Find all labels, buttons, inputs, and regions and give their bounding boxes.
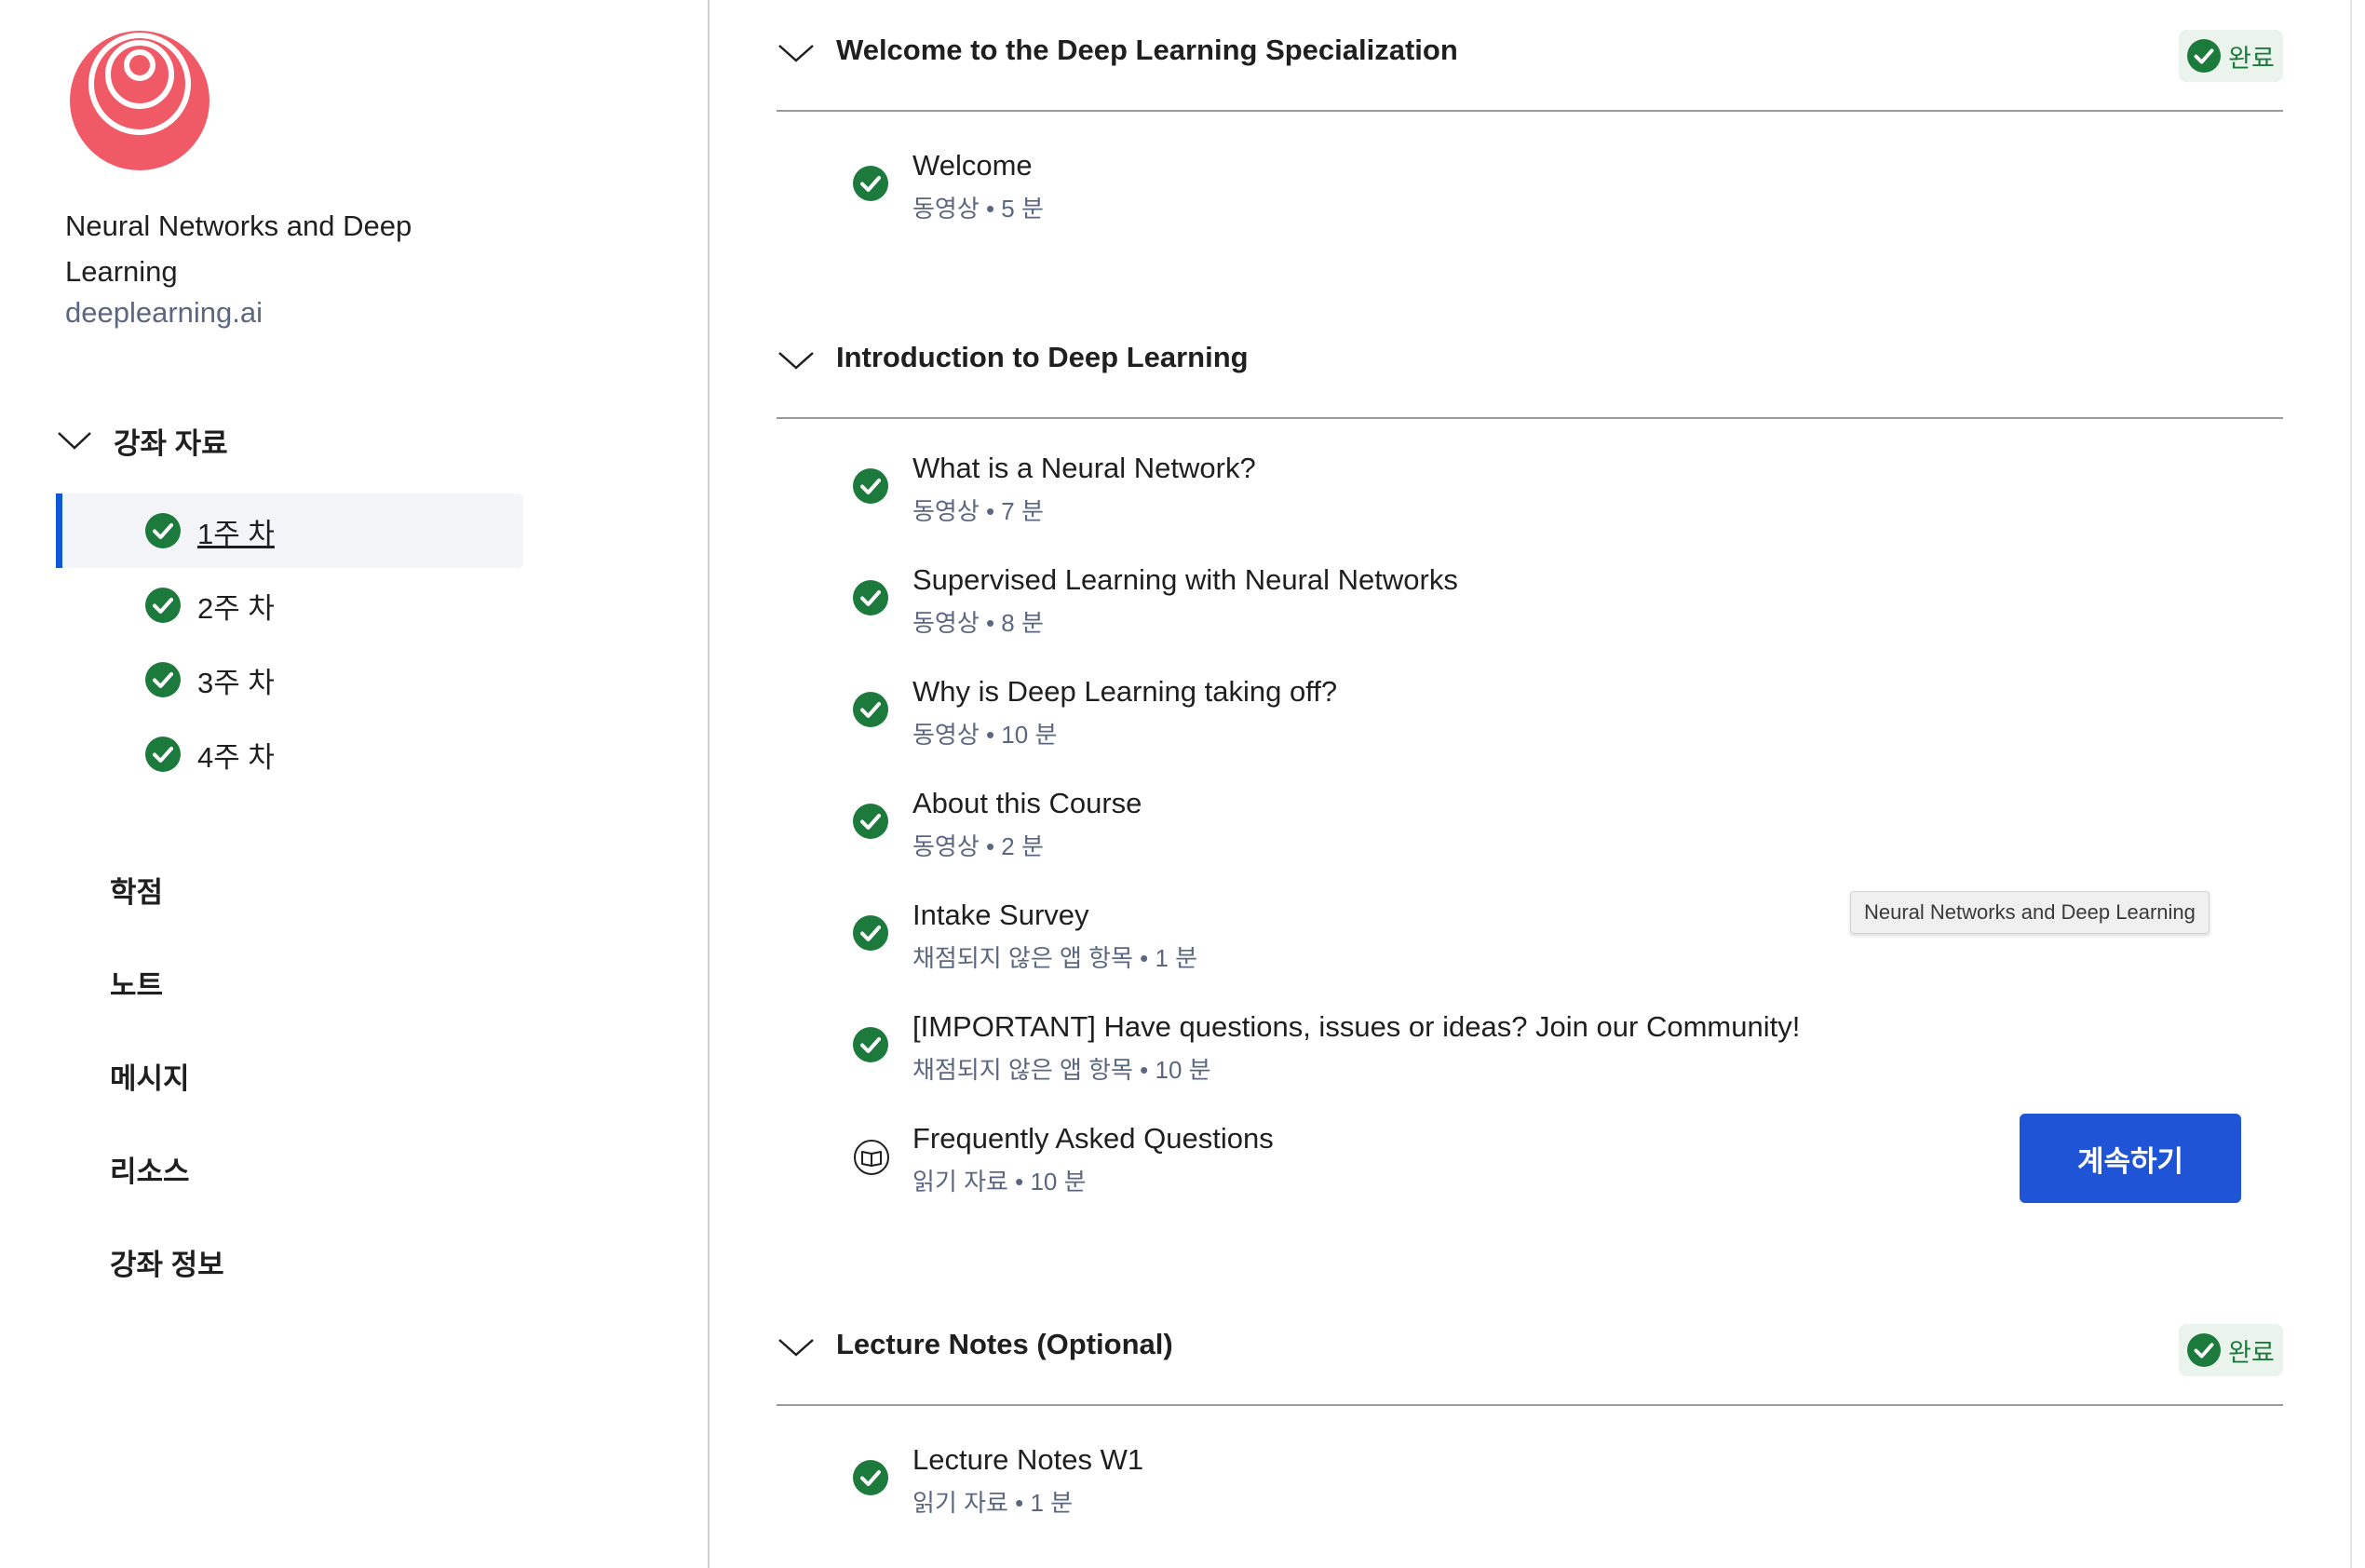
course-materials-toggle[interactable]: 강좌 자료 [56,417,228,464]
badge-label: 완료 [2228,1338,2275,1367]
tooltip: Neural Networks and Deep Learning [1850,891,2210,934]
lesson-meta: 동영상 • 7 분 [912,497,1044,525]
sidebar-item-week-1[interactable]: 1주 차 [56,493,523,568]
check-circle-icon [145,662,181,697]
lesson-title: Intake Survey [912,899,1089,931]
lesson-item[interactable]: Lecture Notes W1 읽기 자료 • 1 분 [777,1443,2283,1536]
check-circle-icon [853,166,888,201]
module-header[interactable]: Introduction to Deep Learning [777,307,2283,419]
lesson-title: [IMPORTANT] Have questions, issues or id… [912,1010,1801,1043]
check-circle-icon [2187,1333,2222,1367]
module-title: Lecture Notes (Optional) [836,1328,1173,1360]
check-circle-icon [145,588,181,623]
week-label: 3주 차 [197,666,275,699]
sidebar-nav: 학점 노트 메시지 리소스 강좌 정보 [110,843,224,1308]
sidebar-item-week-4[interactable]: 4주 차 [56,717,523,791]
course-org: deeplearning.ai [65,296,264,329]
week-label: 4주 차 [197,740,275,774]
check-circle-icon [853,692,888,727]
lesson-meta: 동영상 • 5 분 [912,195,1044,223]
check-circle-icon [853,468,888,504]
week-label: 2주 차 [197,591,275,625]
divider [2350,0,2352,1568]
lesson-meta: 동영상 • 2 분 [912,832,1044,860]
lesson-item[interactable]: Welcome 동영상 • 5 분 [777,149,2283,242]
lesson-title: Why is Deep Learning taking off? [912,675,1338,708]
course-title: Neural Networks and Deep Learning [65,210,412,288]
lesson-meta: 읽기 자료 • 1 분 [912,1489,1074,1517]
check-circle-icon [853,1460,888,1495]
lesson-meta: 동영상 • 8 분 [912,609,1044,637]
module-title: Welcome to the Deep Learning Specializat… [836,34,1458,66]
course-materials-label: 강좌 자료 [114,426,228,460]
continue-button[interactable]: 계속하기 [2020,1114,2241,1203]
lesson-meta: 채점되지 않은 앱 항목 • 1 분 [912,944,1198,972]
chevron-down-icon [778,45,814,62]
sidebar-item-messages[interactable]: 메시지 [110,1029,224,1122]
completed-badge: 완료 [2179,30,2283,82]
chevron-down-icon [58,432,91,450]
sidebar-item-course-info[interactable]: 강좌 정보 [110,1215,224,1308]
lesson-meta: 채점되지 않은 앱 항목 • 10 분 [912,1056,1211,1084]
lesson-title: About this Course [912,787,1142,819]
lesson-title: What is a Neural Network? [912,452,1256,484]
lesson-meta: 읽기 자료 • 10 분 [912,1168,1087,1196]
module-header[interactable]: Lecture Notes (Optional) 완료 [777,1294,2283,1406]
lesson-item[interactable]: What is a Neural Network? 동영상 • 7 분 [777,452,2283,545]
sidebar-item-week-3[interactable]: 3주 차 [56,642,523,717]
check-circle-icon [853,915,888,951]
lesson-title: Frequently Asked Questions [912,1122,1274,1155]
check-circle-icon [145,513,181,548]
check-circle-icon [853,1027,888,1062]
sidebar-item-notes[interactable]: 노트 [110,936,224,1029]
sidebar-item-grades[interactable]: 학점 [110,843,224,936]
lesson-item[interactable]: [IMPORTANT] Have questions, issues or id… [777,1010,2283,1103]
check-circle-icon [145,737,181,772]
sidebar: Neural Networks and Deep Learning deeple… [0,0,710,1568]
module-header[interactable]: Welcome to the Deep Learning Specializat… [777,0,2283,112]
sidebar-item-resources[interactable]: 리소스 [110,1122,224,1215]
week-label: 1주 차 [197,517,275,550]
week-list: 1주 차 2주 차 3주 차 4주 차 [56,493,523,791]
check-circle-icon [2187,39,2222,73]
lesson-item[interactable]: About this Course 동영상 • 2 분 [777,787,2283,880]
book-icon [854,1140,889,1175]
lesson-title: Supervised Learning with Neural Networks [912,563,1458,596]
main-content: Welcome to the Deep Learning Specializat… [710,0,2348,1568]
lesson-title: Lecture Notes W1 [912,1443,1144,1476]
check-circle-icon [853,580,888,615]
sidebar-item-week-2[interactable]: 2주 차 [56,568,523,642]
chevron-down-icon [778,1339,814,1357]
chevron-down-icon [778,352,814,370]
lesson-title: Welcome [912,149,1033,182]
completed-badge: 완료 [2179,1324,2283,1376]
badge-label: 완료 [2228,44,2275,73]
course-logo [70,31,209,170]
lesson-item[interactable]: Supervised Learning with Neural Networks… [777,563,2283,656]
lesson-meta: 동영상 • 10 분 [912,721,1058,749]
module-title: Introduction to Deep Learning [836,341,1249,373]
check-circle-icon [853,804,888,839]
lesson-item[interactable]: Why is Deep Learning taking off? 동영상 • 1… [777,675,2283,768]
